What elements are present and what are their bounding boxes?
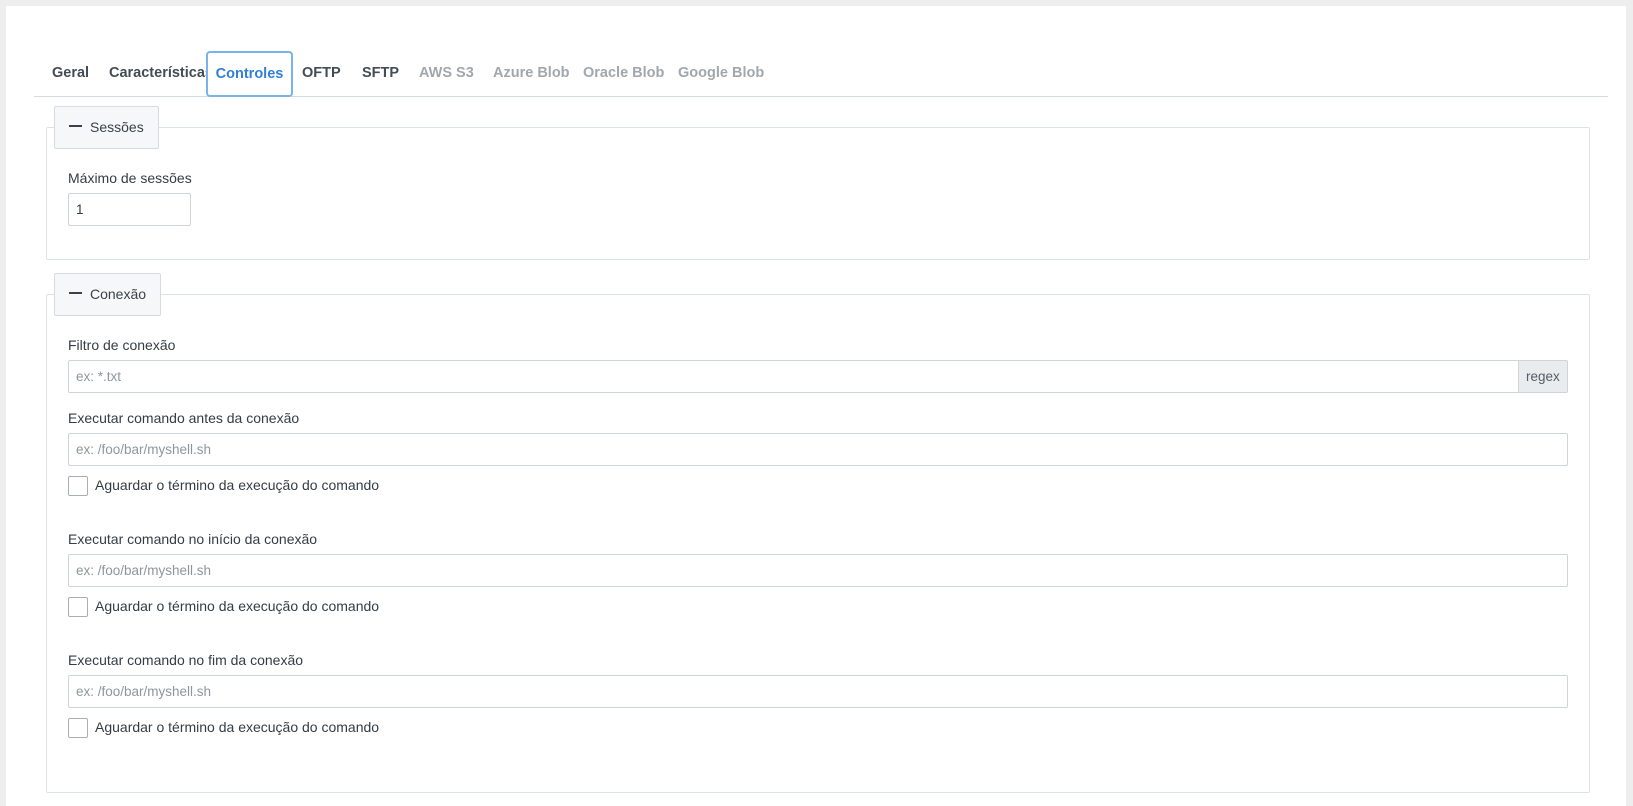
end-command-label: Executar comando no fim da conexão [68,652,304,668]
tab-controles[interactable]: Controles [206,51,293,97]
connection-filter-input[interactable] [68,360,1519,393]
end-command-input[interactable] [68,675,1568,708]
max-sessions-label: Máximo de sessões [68,170,192,186]
connection-collapse-button[interactable]: Conexão [54,273,162,316]
minus-icon [69,292,82,295]
tab-caracteristicas[interactable]: Características [109,51,213,95]
tab-geral[interactable]: Geral [52,51,89,95]
before-wait-checkbox[interactable] [68,476,88,496]
connection-title: Conexão [90,286,147,302]
tab-bar: Geral Características Controles OFTP SFT… [34,46,1608,97]
tab-sftp[interactable]: SFTP [362,51,399,95]
tab-azure-blob[interactable]: Azure Blob [493,51,570,95]
start-wait-checkbox[interactable] [68,597,88,617]
start-command-input[interactable] [68,554,1568,587]
max-sessions-input[interactable] [68,193,191,226]
tab-oracle-blob[interactable]: Oracle Blob [583,51,664,95]
tab-google-blob[interactable]: Google Blob [678,51,764,95]
connection-filter-label: Filtro de conexão [68,337,176,353]
start-command-label: Executar comando no início da conexão [68,531,318,547]
sessions-collapse-button[interactable]: Sessões [54,106,159,149]
before-command-label: Executar comando antes da conexão [68,410,300,426]
minus-icon [69,125,82,128]
before-command-input[interactable] [68,433,1568,466]
end-wait-label: Aguardar o término da execução do comand… [95,719,380,735]
sessions-panel: Sessões Máximo de sessões [46,106,1590,260]
connection-panel: Conexão Filtro de conexão regex Executar… [46,273,1590,793]
settings-card: Geral Características Controles OFTP SFT… [6,6,1626,806]
start-wait-label: Aguardar o término da execução do comand… [95,598,380,614]
sessions-title: Sessões [90,119,144,135]
end-wait-checkbox[interactable] [68,718,88,738]
tab-oftp[interactable]: OFTP [302,51,341,95]
regex-addon: regex [1519,360,1568,393]
before-wait-label: Aguardar o término da execução do comand… [95,477,380,493]
tab-aws-s3[interactable]: AWS S3 [419,51,474,95]
